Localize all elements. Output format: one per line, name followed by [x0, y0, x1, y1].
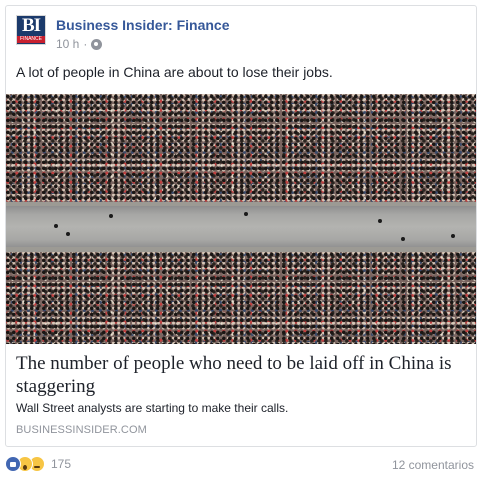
post-footer: 175 12 comentarios — [5, 456, 477, 476]
globe-icon[interactable] — [91, 38, 103, 50]
link-description: Wall Street analysts are starting to mak… — [16, 401, 289, 415]
avatar-logo-subtext: FINANCE — [17, 36, 45, 43]
link-title[interactable]: The number of people who need to be laid… — [16, 352, 466, 398]
comments-link[interactable]: 12 comentarios — [392, 458, 474, 472]
post-header: BI FINANCE Business Insider: Finance 10 … — [16, 15, 466, 55]
page-name-link[interactable]: Business Insider: Finance — [56, 17, 230, 33]
crowd-top-area — [6, 94, 476, 206]
crowd-bottom-area — [6, 252, 476, 344]
post-caption: A lot of people in China are about to lo… — [16, 64, 333, 80]
pedestrian-dot — [378, 219, 382, 223]
pedestrian-dot — [451, 234, 455, 238]
reactions-summary[interactable]: 175 — [5, 456, 71, 472]
avatar-logo-text: BI — [21, 15, 41, 36]
link-domain: BUSINESSINSIDER.COM — [16, 424, 147, 436]
pedestrian-dot — [244, 212, 248, 216]
meta-separator: · — [83, 37, 88, 51]
like-icon — [5, 456, 21, 472]
link-image[interactable] — [6, 94, 476, 344]
post-timestamp[interactable]: 10 h — [56, 37, 79, 51]
post-meta: 10 h · — [56, 37, 103, 51]
pedestrian-dot — [54, 224, 58, 228]
road-area — [6, 206, 476, 248]
post-card: BI FINANCE Business Insider: Finance 10 … — [5, 5, 477, 447]
pedestrian-dot — [109, 214, 113, 218]
pedestrian-dot — [66, 232, 70, 236]
pedestrian-dot — [401, 237, 405, 241]
page-avatar[interactable]: BI FINANCE — [16, 15, 46, 45]
reaction-count: 175 — [51, 457, 72, 471]
